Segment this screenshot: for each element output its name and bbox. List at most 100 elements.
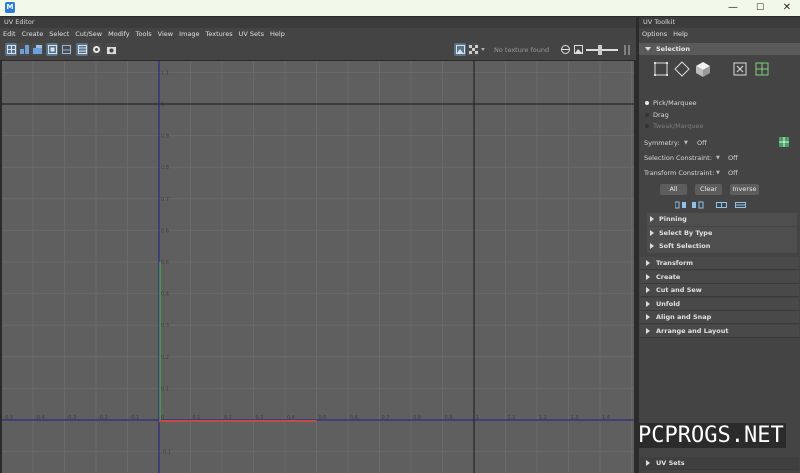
toolkit-menu-help[interactable]: Help [673,30,688,38]
chevron-down-icon: ▼ [716,155,720,161]
select-all-button[interactable]: All [660,184,687,195]
uv-sets-label: UV Sets [656,459,685,467]
create-section[interactable]: Create [640,271,799,284]
inverse-button[interactable]: Inverse [730,184,759,195]
toolbar-expand-icon[interactable] [622,45,632,55]
x-tick-label: 0.7 [382,415,390,421]
uv-sets-section[interactable]: UV Sets [640,457,799,470]
close-button[interactable]: ✕ [774,0,800,16]
selection-constraint-label: Selection Constraint: [644,154,712,162]
exposure-slider-track[interactable] [586,49,618,51]
expand-triangle-icon [646,314,650,320]
select-border-button[interactable] [716,201,728,209]
pinning-label: Pinning [659,215,687,223]
y-tick-label: 1.1 [161,70,169,76]
x-tick-label: 0.6 [350,415,358,421]
y-tick-label: 0.2 [161,355,169,361]
symmetry-settings-icon[interactable] [779,137,789,147]
distortion-button[interactable] [31,43,43,56]
symmetry-label: Symmetry: [644,139,680,147]
radio-drag[interactable]: Drag [645,111,669,119]
menu-view[interactable]: View [158,30,173,38]
drag-label: Drag [653,111,669,119]
chevron-down-icon[interactable] [481,48,485,51]
filter-button[interactable] [90,43,102,56]
display-mode-button[interactable] [76,43,88,56]
uv-viewport[interactable]: -0.5 -0.4 -0.3 -0.2 -0.1 0 0.1 0.2 0.3 0.4 0.5 0.6 0… [2,61,634,473]
menu-image[interactable]: Image [179,30,199,38]
y-tick-label: 0.7 [161,197,169,203]
uv-shell-icon [755,62,769,76]
align-and-snap-section[interactable]: Align and Snap [640,311,799,324]
exposure-button[interactable] [572,43,584,56]
x-tick-label: 0.4 [287,415,295,421]
pinning-subsection[interactable]: Pinning [647,213,797,226]
expand-triangle-icon [650,243,654,249]
minimize-button[interactable]: — [720,0,746,16]
exposure-slider-handle[interactable] [598,45,602,55]
shrink-selection-icon [692,201,704,209]
color-manage-button[interactable] [559,43,571,56]
shaded-uv-button[interactable] [18,43,30,56]
uv-editor-menubar: Edit Create Select Cut/Sew Modify Tools … [0,28,636,40]
tweak-marquee-label: Tweak/Marquee [653,122,704,130]
checker-button[interactable] [60,43,72,56]
shrink-selection-button[interactable] [692,201,704,209]
symmetry-row[interactable]: Symmetry: ▼ Off [644,139,794,147]
snapshot-button[interactable] [105,43,117,56]
selection-section-header[interactable]: Selection [639,43,800,55]
menu-cut-sew[interactable]: Cut/Sew [75,30,102,38]
menu-textures[interactable]: Textures [205,30,232,38]
unfold-section[interactable]: Unfold [640,298,799,311]
menu-edit[interactable]: Edit [3,30,16,38]
select-shell-border-button[interactable] [735,201,747,209]
menu-create[interactable]: Create [22,30,44,38]
uv-select-button[interactable] [732,60,748,78]
grid-toggle-button[interactable] [5,43,17,56]
transform-constraint-row[interactable]: Transform Constraint: ▼ Off [644,169,794,177]
x-tick-label: 1.1 [508,415,516,421]
grow-selection-button[interactable] [674,201,687,209]
cut-and-sew-section[interactable]: Cut and Sew [640,284,799,297]
arrange-and-layout-label: Arrange and Layout [656,327,729,335]
window-titlebar: M — ☐ ✕ [0,0,800,16]
face-select-button[interactable] [695,60,711,78]
checker-pattern-button[interactable] [467,43,479,56]
select-by-type-subsection[interactable]: Select By Type [647,227,797,240]
x-tick-label: 1 [476,415,479,421]
uv-shell-select-button[interactable] [754,60,770,78]
x-tick-label: -0.2 [98,415,108,421]
selection-constraint-row[interactable]: Selection Constraint: ▼ Off [644,154,794,162]
image-display-button[interactable] [454,43,466,56]
x-tick-label: 0.3 [256,415,264,421]
chevron-down-icon: ▼ [684,140,688,146]
menu-select[interactable]: Select [49,30,69,38]
texture-status-label: No texture found [494,46,550,54]
menu-modify[interactable]: Modify [108,30,130,38]
menu-tools[interactable]: Tools [136,30,152,38]
align-and-snap-label: Align and Snap [656,313,712,321]
uv-borders-button[interactable] [46,43,58,56]
edge-select-button[interactable] [674,60,690,78]
arrange-and-layout-section[interactable]: Arrange and Layout [640,325,799,338]
x-tick-label: 0.2 [224,415,232,421]
create-label: Create [656,273,681,281]
soft-selection-subsection[interactable]: Soft Selection [647,240,797,253]
radio-pick-marquee[interactable]: Pick/Marquee [645,99,697,107]
menu-help[interactable]: Help [270,30,285,38]
vertex-select-icon [654,62,668,76]
maximize-button[interactable]: ☐ [747,0,773,16]
toolkit-menu-options[interactable]: Options [642,30,667,38]
radio-tweak-marquee[interactable]: Tweak/Marquee [645,122,704,130]
transform-section[interactable]: Transform [640,257,799,270]
edge-select-icon [674,61,690,77]
color-manage-icon [560,45,570,54]
watermark-text: PCPROGS.NET [636,423,786,448]
image-icon [455,45,465,54]
y-tick-label: 0.8 [161,165,169,171]
collapse-triangle-icon [645,47,651,51]
menu-uv-sets[interactable]: UV Sets [239,30,264,38]
exposure-icon [573,45,583,54]
vertex-select-button[interactable] [653,60,669,78]
clear-button[interactable]: Clear [695,184,722,195]
